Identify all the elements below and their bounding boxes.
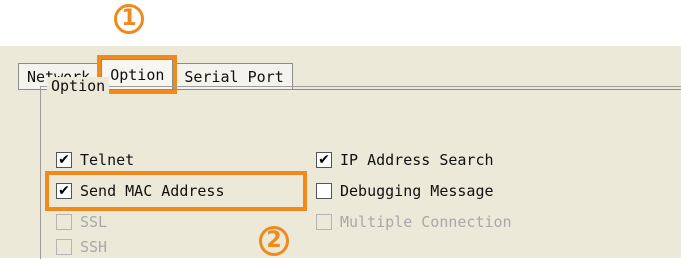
option-debugging-message[interactable]: Debugging Message — [316, 179, 494, 203]
ssl-checkbox — [56, 214, 72, 230]
debugging-message-label: Debugging Message — [340, 182, 494, 200]
callout-number-2: 2 — [259, 226, 289, 256]
ssh-checkbox — [56, 239, 72, 255]
option-telnet[interactable]: ✔ Telnet — [56, 148, 134, 172]
multiple-connection-checkbox — [316, 214, 332, 230]
option-group-title: Option — [47, 77, 110, 95]
multiple-connection-label: Multiple Connection — [340, 213, 512, 231]
ssh-label: SSH — [80, 238, 108, 256]
send-mac-highlight-box — [45, 171, 307, 211]
ssl-label: SSL — [80, 213, 108, 231]
ip-address-search-label: IP Address Search — [340, 151, 494, 169]
ip-address-search-checkbox[interactable]: ✔ — [316, 152, 332, 168]
telnet-label: Telnet — [80, 151, 135, 169]
callout-number-1: 1 — [114, 4, 144, 34]
option-ssl: SSL — [56, 210, 107, 234]
option-ip-address-search[interactable]: ✔ IP Address Search — [316, 148, 494, 172]
telnet-checkbox[interactable]: ✔ — [56, 152, 72, 168]
debugging-message-checkbox[interactable] — [316, 183, 332, 199]
option-multiple-connection: Multiple Connection — [316, 210, 512, 234]
option-ssh: SSH — [56, 235, 107, 259]
